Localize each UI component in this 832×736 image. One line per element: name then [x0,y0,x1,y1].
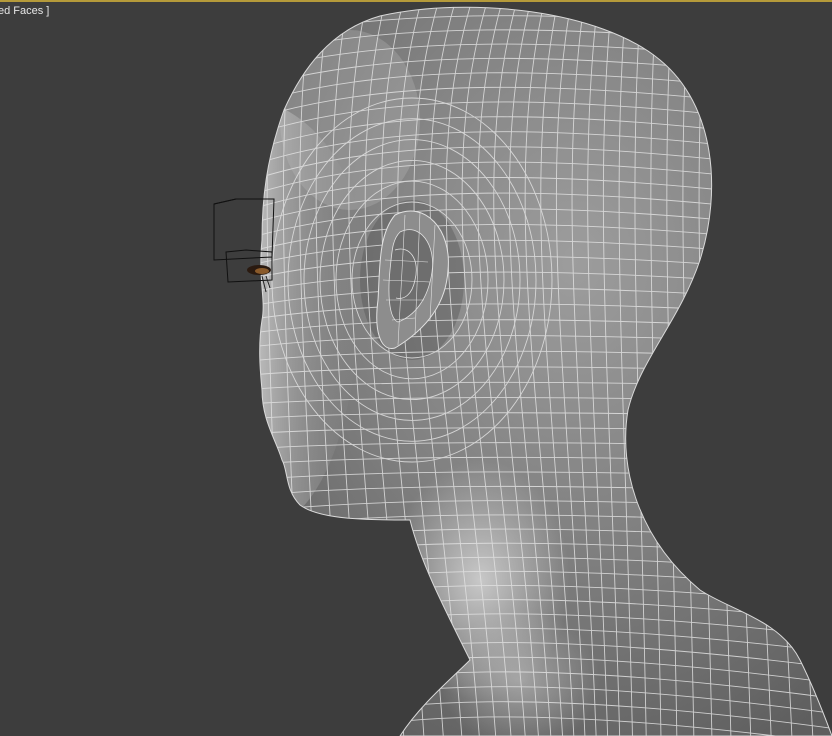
viewport-scene[interactable] [0,0,832,736]
3d-viewport[interactable]: ed Faces ] [0,0,832,736]
mesh-edge [796,7,832,736]
head-mesh[interactable] [240,0,832,736]
mesh-edge [763,7,793,736]
mesh-edge [780,7,814,736]
mesh-edge [812,7,832,736]
